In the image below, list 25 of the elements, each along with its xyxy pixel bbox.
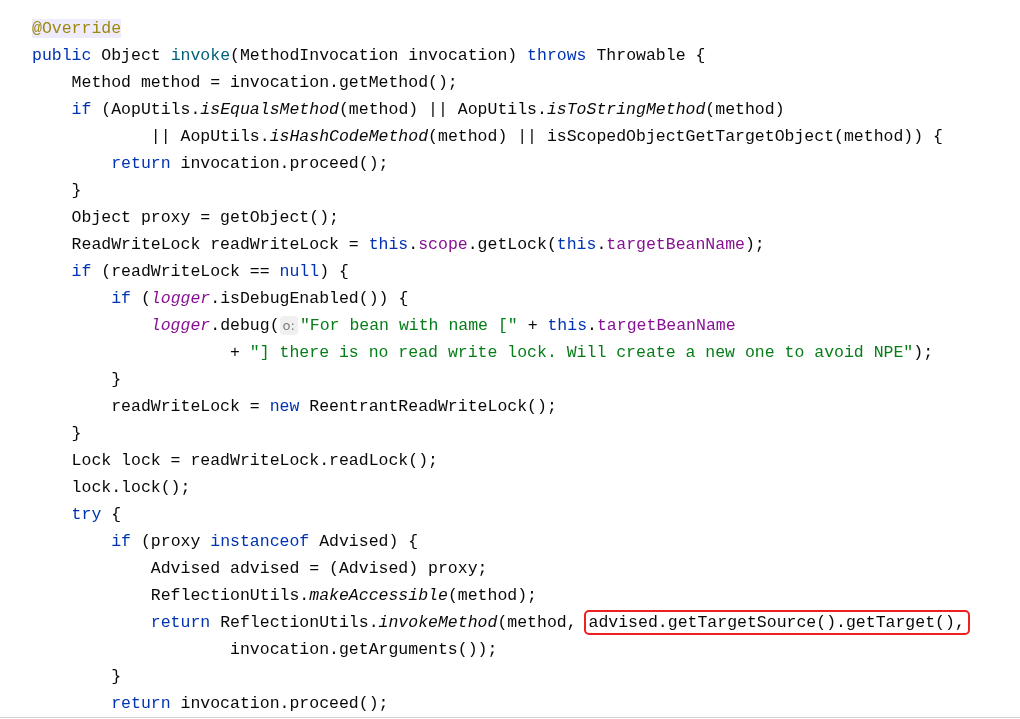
code-line: Object proxy = getObject(); [71, 208, 339, 227]
code-line: invocation.getArguments()); [230, 640, 498, 659]
code-line: lock.lock(); [71, 478, 191, 497]
code-line: if (AopUtils.isEqualsMethod(method) || AopUtils.isToStringMethod(method) [71, 100, 785, 119]
code-line: if (proxy instanceof Advised) { [111, 532, 419, 551]
code-line: public Object invoke(MethodInvocation invocation) throws Throwable { [32, 46, 706, 65]
code-line: readWriteLock = new ReentrantReadWriteLock(); [111, 397, 557, 416]
code-line: logger.debug( o: "For bean with name [" + this.targetBeanName [150, 316, 736, 335]
code-line: return invocation.proceed(); [111, 694, 389, 713]
code-line: return invocation.proceed(); [111, 154, 389, 173]
code-line: } [111, 667, 122, 686]
code-line: + "] there is no read write lock. Will create a new one to avoid NPE"); [230, 343, 934, 362]
code-line: if (logger.isDebugEnabled()) { [111, 289, 409, 308]
code-line: Advised advised = (Advised) proxy; [150, 559, 488, 578]
code-line: } [111, 370, 122, 389]
code-line: } [71, 424, 82, 443]
code-line: try { [71, 505, 122, 524]
code-line: || AopUtils.isHashCodeMethod(method) || isScopedObjectGetTargetObject(method)) { [150, 127, 943, 146]
code-line: Method method = invocation.getMethod(); [71, 73, 458, 92]
code-line: ReadWriteLock readWriteLock = this.scope.getLock(this.targetBeanName); [71, 235, 765, 254]
code-line: return ReflectionUtils.invokeMethod(method, advised.getTargetSource().getTarget(), [150, 613, 967, 632]
code-line: Lock lock = readWriteLock.readLock(); [71, 451, 438, 470]
code-line: } [71, 181, 82, 200]
code-line: ReflectionUtils.makeAccessible(method); [150, 586, 537, 605]
code-line: if (readWriteLock == null) { [71, 262, 349, 281]
